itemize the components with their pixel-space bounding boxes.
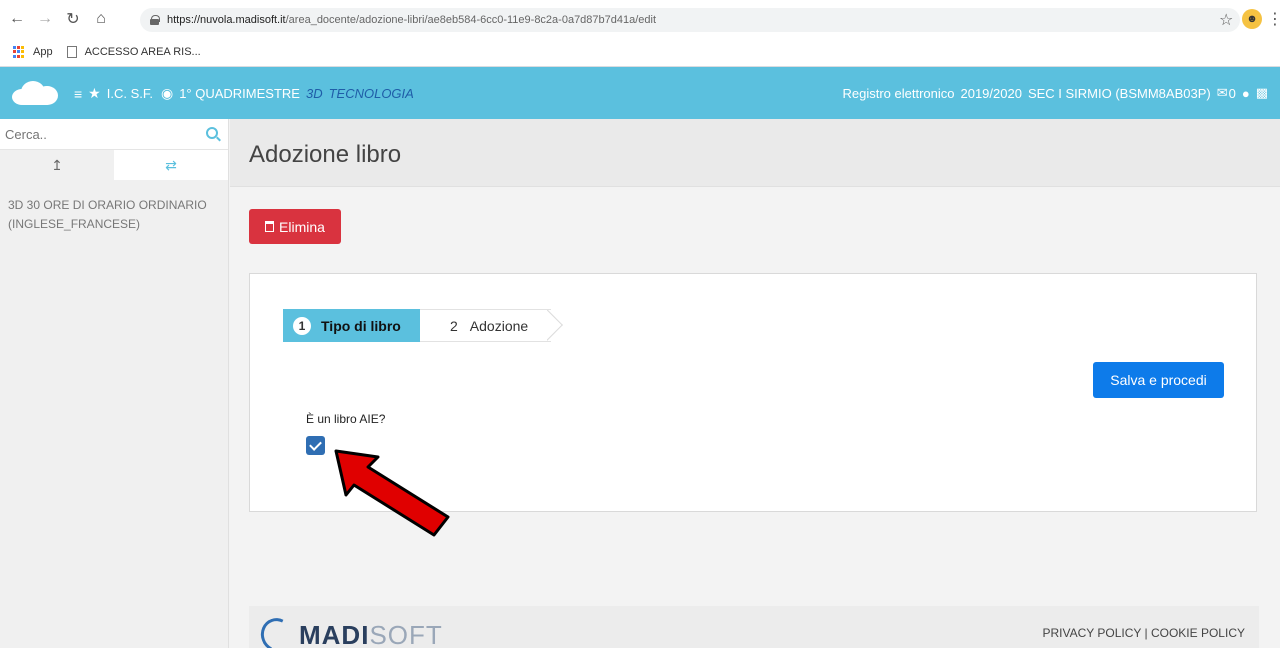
page-title-bar: Adozione libro <box>230 119 1280 187</box>
wizard-steps: 1 Tipo di libro 2 Adozione <box>283 309 551 342</box>
school-name[interactable]: I.C. S.F. <box>107 86 153 101</box>
page-title: Adozione libro <box>249 141 402 168</box>
browser-toolbar: ← → ↻ ⌂ https://nuvola.madisoft.it/area_… <box>0 0 1280 38</box>
footer: MADISOFT PRIVACY POLICY | COOKIE POLICY <box>249 606 1259 648</box>
upload-arrow-icon[interactable]: ↥ <box>0 150 114 180</box>
delete-button[interactable]: Elimina <box>249 209 341 244</box>
subject-label[interactable]: TECNOLOGIA <box>329 86 414 101</box>
printer-icon[interactable]: ▩ <box>1256 85 1268 101</box>
sidebar: ↥ ⇄ 3D 30 ORE DI ORARIO ORDINARIO (INGLE… <box>0 119 229 648</box>
footer-links[interactable]: PRIVACY POLICY | COOKIE POLICY <box>1042 626 1245 640</box>
school-year[interactable]: 2019/2020 <box>960 86 1021 101</box>
eye-icon: ◉ <box>160 85 174 101</box>
user-icon[interactable]: ● <box>1242 86 1250 101</box>
step-number: 2 <box>450 317 458 334</box>
step-tipo-di-libro[interactable]: 1 Tipo di libro <box>283 309 436 342</box>
back-arrow-icon[interactable]: ← <box>6 8 28 30</box>
madisoft-logo[interactable]: MADISOFT <box>256 613 443 648</box>
logo-text-bold: MADI <box>299 619 370 648</box>
message-count: 0 <box>1228 85 1236 101</box>
step-number: 1 <box>293 316 311 335</box>
bookmarks-bar: App ACCESSO AREA RIS... <box>0 38 1280 67</box>
save-and-proceed-button[interactable]: Salva e procedi <box>1093 362 1224 398</box>
search-icon[interactable] <box>206 127 218 139</box>
aie-question-label: È un libro AIE? <box>306 412 386 426</box>
sidebar-search <box>0 119 228 150</box>
sede-label[interactable]: SEC I SIRMIO (BSMM8AB03P) <box>1028 86 1211 101</box>
arrow-shape <box>334 449 450 537</box>
bookmark-star-icon[interactable]: ☆ <box>1219 10 1233 30</box>
retweet-icon[interactable]: ⇄ <box>114 150 228 180</box>
reload-icon[interactable]: ↻ <box>62 8 84 30</box>
header-context: ≡ ★ I.C. S.F. ◉ 1° QUADRIMESTRE 3D TECNO… <box>74 85 414 102</box>
step-label: Tipo di libro <box>321 317 401 334</box>
step-chevron <box>547 308 571 343</box>
red-arrow-annotation <box>334 449 450 537</box>
logo-text: MADISOFT <box>299 620 443 648</box>
period-label[interactable]: 1° QUADRIMESTRE <box>179 86 300 101</box>
page-icon <box>66 46 77 58</box>
lock-icon <box>150 15 160 25</box>
header-right: Registro elettronico 2019/2020 SEC I SIR… <box>836 85 1268 101</box>
step-adozione[interactable]: 2 Adozione <box>420 309 551 342</box>
app-header: ≡ ★ I.C. S.F. ◉ 1° QUADRIMESTRE 3D TECNO… <box>0 67 1280 119</box>
url-path: /area_docente/adozione-libri/ae8eb584-6c… <box>285 14 657 26</box>
url-host: https://nuvola.madisoft.it <box>167 14 286 26</box>
bookmark-apps[interactable]: App <box>13 46 53 58</box>
star-icon[interactable]: ★ <box>88 85 101 102</box>
logo-swoosh-icon <box>256 613 298 648</box>
delete-button-label: Elimina <box>279 218 325 235</box>
hamburger-menu-icon[interactable]: ≡ <box>74 86 82 102</box>
trash-icon <box>265 221 275 232</box>
class-label[interactable]: 3D <box>306 86 323 101</box>
aie-checkbox[interactable] <box>306 436 325 455</box>
browser-menu-icon[interactable]: ⋮ <box>1267 9 1280 29</box>
profile-avatar-icon[interactable]: ☻ <box>1242 9 1262 29</box>
sidebar-tabs: ↥ ⇄ <box>0 150 228 180</box>
step-label: Adozione <box>469 317 529 334</box>
cloud-logo-icon[interactable] <box>12 81 58 105</box>
search-input[interactable] <box>0 126 190 142</box>
registro-label: Registro elettronico <box>842 85 955 101</box>
envelope-icon[interactable]: ✉ <box>1217 85 1228 101</box>
address-bar[interactable]: https://nuvola.madisoft.it/area_docente/… <box>140 8 1240 32</box>
bookmark-accesso-area[interactable]: ACCESSO AREA RIS... <box>66 46 201 58</box>
bookmark-accesso-label: ACCESSO AREA RIS... <box>84 46 201 58</box>
apps-grid-icon <box>13 46 25 58</box>
bookmark-apps-label: App <box>33 46 53 58</box>
forward-arrow-icon[interactable]: → <box>34 8 56 30</box>
home-icon[interactable]: ⌂ <box>90 8 112 30</box>
sidebar-item-class[interactable]: 3D 30 ORE DI ORARIO ORDINARIO (INGLESE_F… <box>0 180 228 250</box>
logo-text-light: SOFT <box>369 619 443 648</box>
